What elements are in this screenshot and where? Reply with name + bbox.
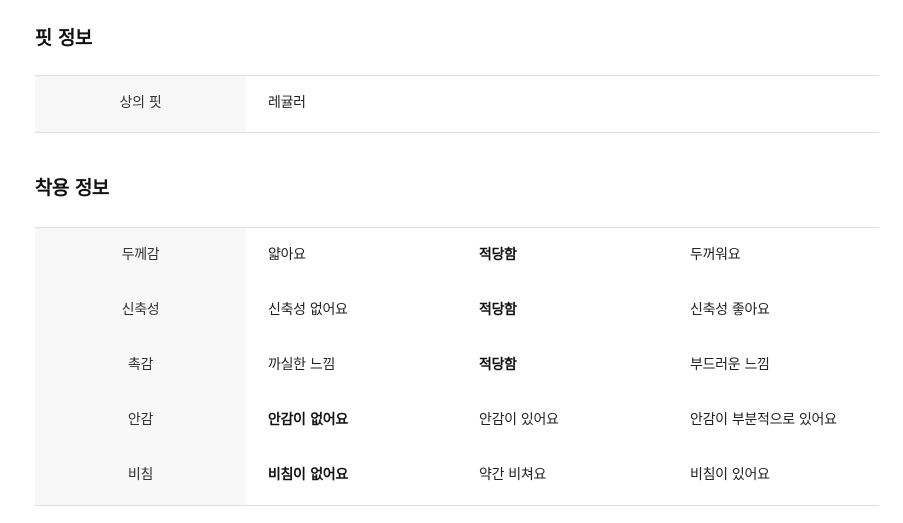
wear-row-stretch: 신축성 신축성 없어요 적당함 신축성 좋아요 (35, 283, 879, 338)
wear-row-transparency: 비침 비침이 없어요 약간 비쳐요 비침이 있어요 (35, 448, 879, 503)
wear-option: 신축성 좋아요 (690, 302, 770, 318)
wear-option-selected: 적당함 (479, 302, 517, 318)
fit-info-table: 상의 핏 레귤러 (35, 75, 879, 133)
fit-row-label: 상의 핏 (119, 95, 162, 111)
wear-option: 까실한 느낌 (268, 357, 336, 373)
fit-row-top-fit: 상의 핏 레귤러 (35, 76, 879, 131)
wear-row-label: 두께감 (121, 247, 160, 263)
wear-row-label: 신축성 (121, 302, 160, 318)
wear-row-label: 촉감 (127, 357, 154, 373)
wear-option: 부드러운 느낌 (690, 357, 770, 373)
wear-option: 두꺼워요 (690, 247, 741, 263)
wear-option: 약간 비쳐요 (479, 467, 547, 483)
product-info-panel: 핏 정보 상의 핏 레귤러 착용 정보 두께감 얇아요 적당함 두꺼워요 신축성… (0, 0, 903, 523)
wear-option-selected: 안감이 없어요 (268, 412, 349, 428)
wear-option-selected: 적당함 (479, 247, 517, 263)
wear-info-table: 두께감 얇아요 적당함 두꺼워요 신축성 신축성 없어요 적당함 신축성 좋아요… (35, 227, 879, 506)
wear-info-title: 착용 정보 (35, 177, 110, 199)
wear-option-selected: 비침이 없어요 (268, 467, 349, 483)
wear-option: 신축성 없어요 (268, 302, 348, 318)
fit-row-value: 레귤러 (268, 95, 306, 111)
wear-option: 얇아요 (268, 247, 306, 263)
wear-row-label: 안감 (127, 412, 154, 428)
wear-row-texture: 촉감 까실한 느낌 적당함 부드러운 느낌 (35, 338, 879, 393)
fit-info-title: 핏 정보 (35, 27, 93, 49)
wear-option-selected: 적당함 (479, 357, 517, 373)
wear-option: 안감이 있어요 (479, 412, 559, 428)
wear-row-thickness: 두께감 얇아요 적당함 두꺼워요 (35, 228, 879, 283)
wear-row-lining: 안감 안감이 없어요 안감이 있어요 안감이 부분적으로 있어요 (35, 393, 879, 448)
wear-option: 비침이 있어요 (690, 467, 770, 483)
wear-option: 안감이 부분적으로 있어요 (690, 412, 837, 428)
wear-row-label: 비침 (127, 467, 154, 483)
